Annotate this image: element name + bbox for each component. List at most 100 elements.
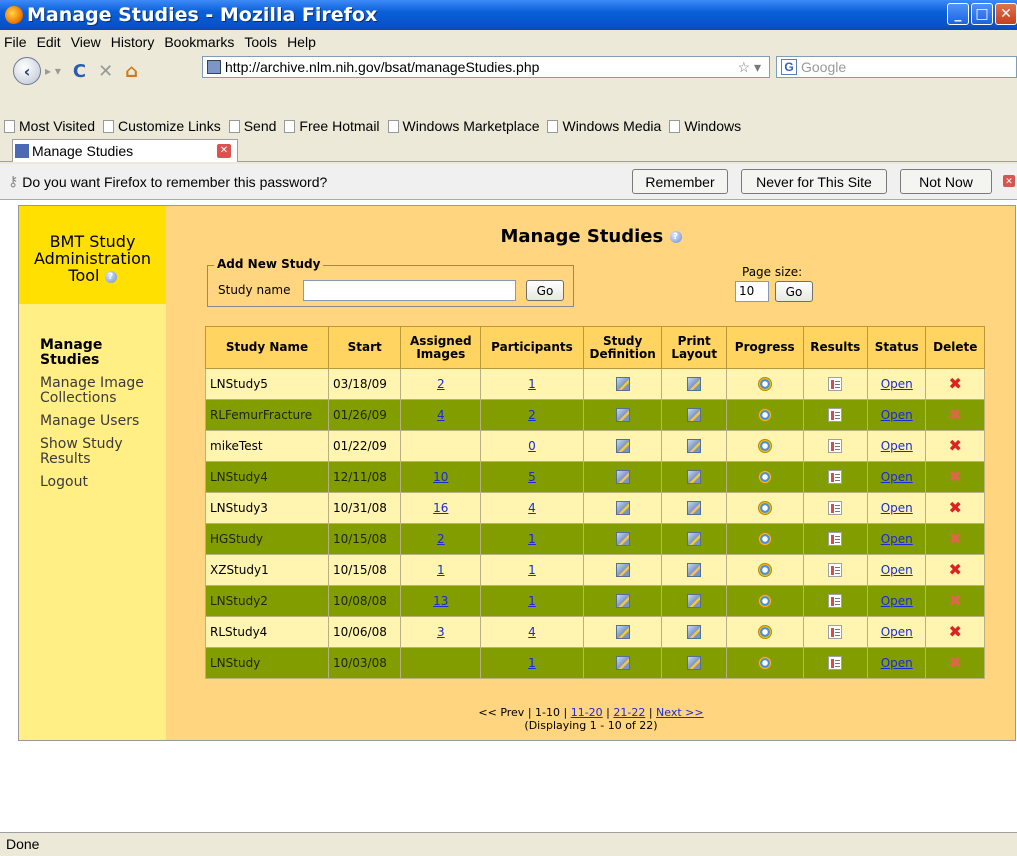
progress-clock-icon[interactable] bbox=[757, 594, 772, 609]
results-report-icon[interactable] bbox=[828, 408, 843, 423]
participants-link[interactable]: 4 bbox=[528, 625, 536, 639]
menu-tools[interactable]: Tools bbox=[244, 34, 277, 50]
sidebar-item-show-study-results[interactable]: Show Study Results bbox=[40, 437, 166, 467]
menu-help[interactable]: Help bbox=[287, 34, 316, 50]
edit-definition-icon[interactable] bbox=[615, 532, 630, 547]
page-link[interactable]: 21-22 bbox=[613, 706, 645, 719]
never-for-site-button[interactable]: Never for This Site bbox=[741, 169, 887, 194]
bookmark-item[interactable]: Customize Links bbox=[103, 118, 221, 134]
participants-link[interactable]: 1 bbox=[528, 656, 536, 670]
bookmark-item[interactable]: Free Hotmail bbox=[284, 118, 380, 134]
edit-definition-icon[interactable] bbox=[615, 594, 630, 609]
print-layout-icon[interactable] bbox=[687, 470, 702, 485]
delete-icon[interactable]: ✖ bbox=[948, 469, 962, 485]
assigned-images-link[interactable]: 1 bbox=[437, 563, 445, 577]
bookmark-item[interactable]: Windows bbox=[669, 118, 741, 134]
sidebar-item-manage-image-collections[interactable]: Manage Image Collections bbox=[40, 376, 166, 406]
delete-icon[interactable]: ✖ bbox=[948, 531, 962, 547]
minimize-button[interactable]: _ bbox=[947, 3, 969, 25]
results-report-icon[interactable] bbox=[828, 439, 843, 454]
progress-clock-icon[interactable] bbox=[757, 656, 772, 671]
sidebar-item-logout[interactable]: Logout bbox=[40, 475, 166, 490]
print-layout-icon[interactable] bbox=[687, 532, 702, 547]
status-link[interactable]: Open bbox=[881, 532, 913, 546]
delete-icon[interactable]: ✖ bbox=[948, 407, 962, 423]
bookmark-star-icon[interactable]: ☆ ▾ bbox=[738, 59, 761, 76]
google-engine-icon[interactable]: G bbox=[781, 59, 797, 75]
delete-icon[interactable]: ✖ bbox=[948, 624, 962, 640]
assigned-images-link[interactable]: 13 bbox=[433, 594, 448, 608]
page-size-input[interactable]: 10 bbox=[735, 281, 769, 302]
assigned-images-link[interactable]: 2 bbox=[437, 532, 445, 546]
tab-manage-studies[interactable]: Manage Studies ✕ bbox=[12, 139, 238, 162]
progress-clock-icon[interactable] bbox=[757, 408, 772, 423]
results-report-icon[interactable] bbox=[828, 501, 843, 516]
page-link[interactable]: 11-20 bbox=[571, 706, 603, 719]
menu-history[interactable]: History bbox=[111, 34, 155, 50]
participants-link[interactable]: 4 bbox=[528, 501, 536, 515]
menu-bookmarks[interactable]: Bookmarks bbox=[164, 34, 234, 50]
back-button[interactable]: ‹ bbox=[13, 57, 41, 85]
search-bar[interactable]: G Google bbox=[776, 56, 1017, 78]
stop-icon[interactable]: ✕ bbox=[98, 61, 113, 82]
status-link[interactable]: Open bbox=[881, 656, 913, 670]
reload-icon[interactable]: C bbox=[73, 61, 86, 82]
menu-view[interactable]: View bbox=[71, 34, 101, 50]
delete-icon[interactable]: ✖ bbox=[948, 593, 962, 609]
participants-link[interactable]: 2 bbox=[528, 408, 536, 422]
edit-definition-icon[interactable] bbox=[615, 408, 630, 423]
print-layout-icon[interactable] bbox=[687, 439, 702, 454]
results-report-icon[interactable] bbox=[828, 532, 843, 547]
status-link[interactable]: Open bbox=[881, 439, 913, 453]
delete-icon[interactable]: ✖ bbox=[948, 376, 962, 392]
notification-close-icon[interactable]: ✕ bbox=[1003, 175, 1015, 187]
progress-clock-icon[interactable] bbox=[757, 625, 772, 640]
print-layout-icon[interactable] bbox=[687, 408, 702, 423]
delete-icon[interactable]: ✖ bbox=[948, 438, 962, 454]
results-report-icon[interactable] bbox=[828, 594, 843, 609]
print-layout-icon[interactable] bbox=[687, 501, 702, 516]
assigned-images-link[interactable]: 10 bbox=[433, 470, 448, 484]
progress-clock-icon[interactable] bbox=[757, 501, 772, 516]
forward-button[interactable]: ▸ ▾ bbox=[45, 64, 61, 78]
progress-clock-icon[interactable] bbox=[757, 470, 772, 485]
assigned-images-link[interactable]: 16 bbox=[433, 501, 448, 515]
sidebar-item-manage-studies[interactable]: Manage Studies bbox=[40, 338, 166, 368]
bookmark-item[interactable]: Windows Marketplace bbox=[387, 118, 539, 134]
participants-link[interactable]: 0 bbox=[528, 439, 536, 453]
participants-link[interactable]: 1 bbox=[528, 377, 536, 391]
url-bar[interactable]: http://archive.nlm.nih.gov/bsat/manageSt… bbox=[202, 56, 770, 78]
delete-icon[interactable]: ✖ bbox=[948, 655, 962, 671]
home-icon[interactable]: ⌂ bbox=[125, 61, 138, 82]
assigned-images-link[interactable]: 2 bbox=[437, 377, 445, 391]
status-link[interactable]: Open bbox=[881, 501, 913, 515]
print-layout-icon[interactable] bbox=[687, 563, 702, 578]
not-now-button[interactable]: Not Now bbox=[900, 169, 992, 194]
menu-edit[interactable]: Edit bbox=[37, 34, 61, 50]
assigned-images-link[interactable]: 4 bbox=[437, 408, 445, 422]
progress-clock-icon[interactable] bbox=[757, 377, 772, 392]
page-size-go-button[interactable]: Go bbox=[775, 281, 813, 302]
sidebar-item-manage-users[interactable]: Manage Users bbox=[40, 414, 166, 429]
study-name-input[interactable] bbox=[303, 280, 516, 301]
assigned-images-link[interactable]: 3 bbox=[437, 625, 445, 639]
next-page-link[interactable]: Next >> bbox=[656, 706, 704, 719]
bookmark-item[interactable]: Most Visited bbox=[4, 118, 95, 134]
edit-definition-icon[interactable] bbox=[615, 501, 630, 516]
status-link[interactable]: Open bbox=[881, 408, 913, 422]
close-window-button[interactable]: ✕ bbox=[995, 3, 1017, 25]
edit-definition-icon[interactable] bbox=[615, 439, 630, 454]
status-link[interactable]: Open bbox=[881, 625, 913, 639]
participants-link[interactable]: 1 bbox=[528, 563, 536, 577]
edit-definition-icon[interactable] bbox=[615, 625, 630, 640]
help-icon[interactable]: ? bbox=[104, 270, 117, 283]
menu-file[interactable]: File bbox=[4, 34, 27, 50]
edit-definition-icon[interactable] bbox=[615, 563, 630, 578]
participants-link[interactable]: 5 bbox=[528, 470, 536, 484]
remember-button[interactable]: Remember bbox=[632, 169, 728, 194]
participants-link[interactable]: 1 bbox=[528, 532, 536, 546]
edit-definition-icon[interactable] bbox=[615, 377, 630, 392]
print-layout-icon[interactable] bbox=[687, 625, 702, 640]
bookmark-item[interactable]: Send bbox=[228, 118, 276, 134]
results-report-icon[interactable] bbox=[828, 625, 843, 640]
